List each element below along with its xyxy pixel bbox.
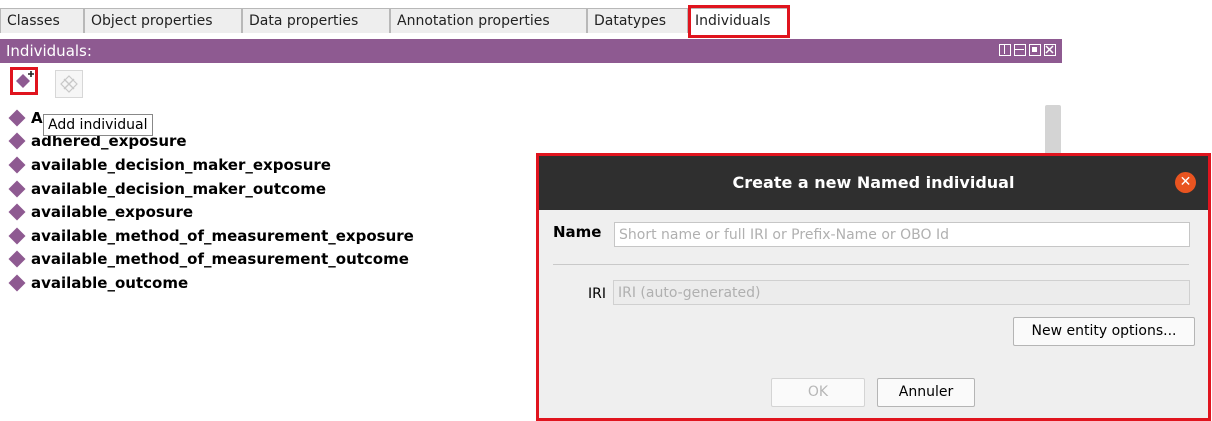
individuals-panel-header: Individuals: (0, 39, 1062, 63)
dialog-separator (553, 264, 1189, 265)
tab-bar: Classes Object properties Data propertie… (0, 0, 1072, 38)
tab-data-properties[interactable]: Data properties (242, 8, 390, 33)
delete-individual-button[interactable] (55, 70, 83, 98)
create-individual-dialog: Create a new Named individual ✕ Name IRI… (536, 153, 1211, 421)
list-item[interactable]: available_exposure (8, 200, 414, 224)
split-horizontal-icon[interactable] (999, 44, 1011, 56)
individual-icon (8, 109, 26, 127)
tab-annotation-properties[interactable]: Annotation properties (390, 8, 587, 33)
list-item[interactable]: available_method_of_measurement_exposure (8, 224, 414, 248)
list-item[interactable]: available_decision_maker_outcome (8, 177, 414, 201)
add-individual-tooltip: Add individual (43, 114, 153, 136)
list-item[interactable]: available_method_of_measurement_outcome (8, 248, 414, 272)
maximize-icon[interactable] (1029, 44, 1041, 56)
iri-field (613, 280, 1190, 305)
list-item[interactable]: available_outcome (8, 271, 414, 295)
name-label: Name (553, 223, 602, 241)
close-icon[interactable]: ✕ (1175, 172, 1196, 193)
panel-title: Individuals: (6, 42, 92, 60)
individual-icon (8, 203, 26, 221)
individual-icon (8, 227, 26, 245)
new-entity-options-button[interactable]: New entity options... (1013, 317, 1195, 346)
tab-object-properties[interactable]: Object properties (84, 8, 242, 33)
ok-button[interactable]: OK (771, 378, 865, 407)
delete-individual-icon (60, 75, 78, 93)
close-view-icon[interactable] (1044, 44, 1056, 56)
tab-classes[interactable]: Classes (0, 8, 84, 33)
dialog-title: Create a new Named individual (539, 156, 1208, 210)
individual-icon (8, 180, 26, 198)
view-controls (999, 44, 1056, 56)
add-individual-icon (16, 71, 34, 88)
tab-datatypes[interactable]: Datatypes (587, 8, 688, 33)
iri-label: IRI (588, 286, 606, 302)
tab-individuals-highlight (688, 5, 790, 38)
list-item[interactable]: available_decision_maker_exposure (8, 153, 414, 177)
individual-icon (8, 274, 26, 292)
cancel-button[interactable]: Annuler (877, 378, 975, 407)
name-input[interactable] (614, 222, 1190, 247)
individual-icon (8, 156, 26, 174)
add-individual-button[interactable] (10, 67, 38, 95)
individual-icon (8, 250, 26, 268)
split-vertical-icon[interactable] (1014, 44, 1026, 56)
individual-icon (8, 132, 26, 150)
